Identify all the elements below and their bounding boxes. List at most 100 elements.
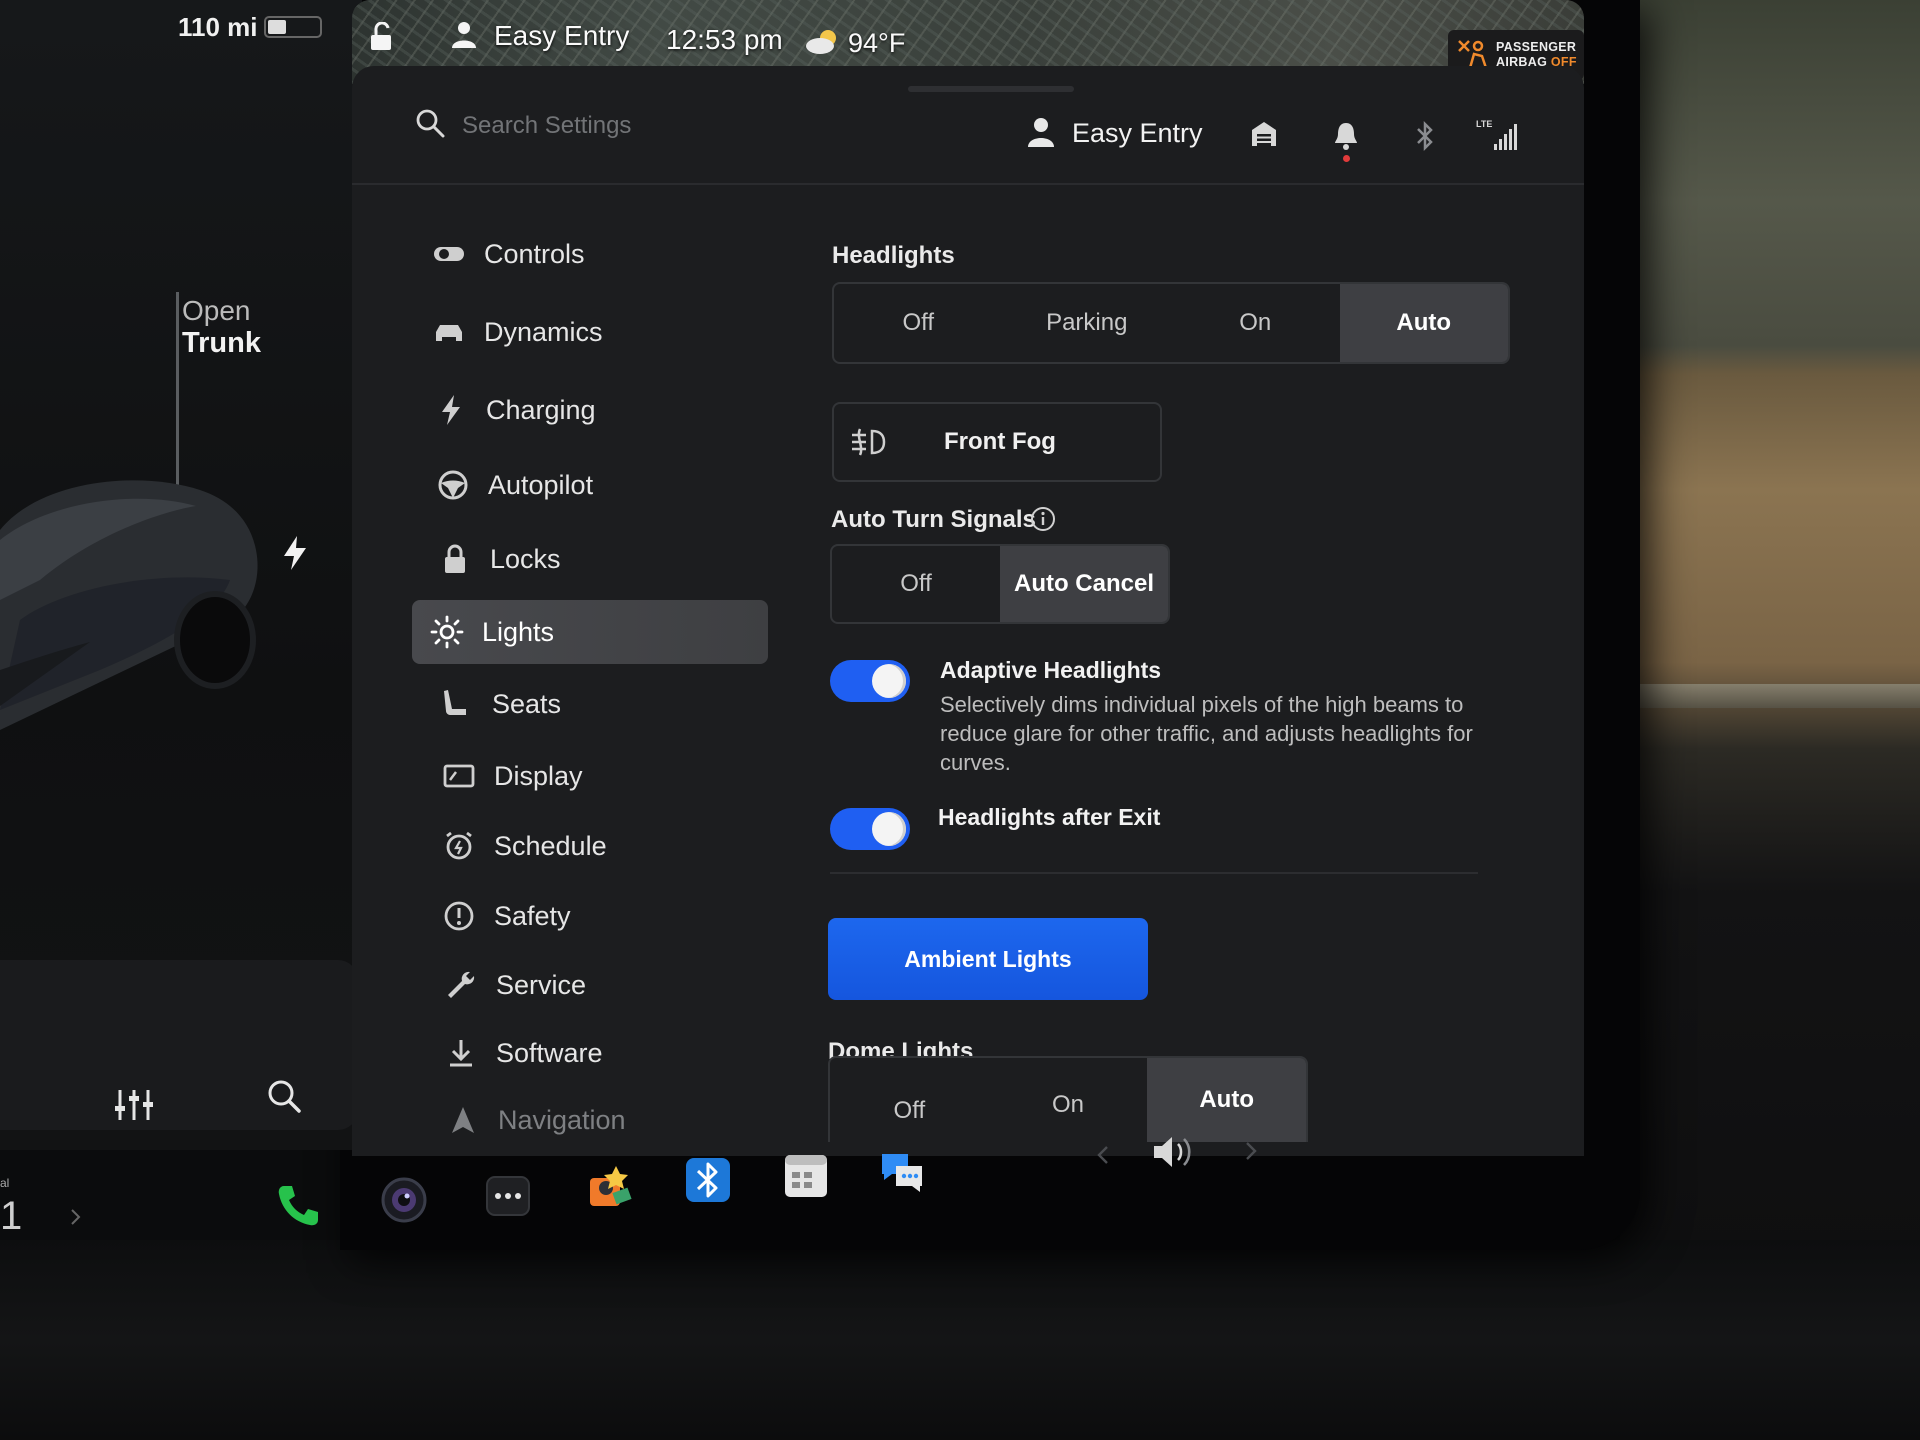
adaptive-headlights-description: Selectively dims individual pixels of th…: [940, 692, 1473, 775]
display-icon: [443, 764, 475, 788]
sidebar-item-label: Display: [494, 760, 583, 791]
download-icon: [450, 1040, 472, 1067]
taskbar: [352, 1140, 1584, 1240]
chevron-left-icon[interactable]: [1096, 1144, 1110, 1166]
camera-icon[interactable]: [380, 1176, 428, 1224]
headlights-option-parking[interactable]: Parking: [1003, 284, 1172, 362]
sidebar-item-software[interactable]: Software: [426, 1021, 782, 1085]
battery-icon: [264, 16, 322, 38]
turn-signals-option-off[interactable]: Off: [832, 546, 1000, 622]
more-apps-icon[interactable]: [484, 1172, 532, 1220]
headlights-option-on[interactable]: On: [1171, 284, 1340, 362]
content-divider: [830, 872, 1478, 874]
sidebar-item-autopilot[interactable]: Autopilot: [418, 453, 774, 517]
sidebar-item-label: Navigation: [498, 1104, 626, 1135]
user-icon: [452, 22, 476, 48]
phone-icon[interactable]: [274, 1182, 322, 1230]
sidebar-item-display[interactable]: Display: [424, 744, 780, 808]
sidebar-item-service[interactable]: Service: [426, 953, 782, 1017]
messages-icon[interactable]: [878, 1148, 926, 1196]
sidebar-item-controls[interactable]: Controls: [414, 222, 770, 286]
trunk-action: Open: [182, 295, 251, 326]
dome-lights-option-on[interactable]: On: [989, 1058, 1148, 1142]
sidebar-item-safety[interactable]: Safety: [424, 884, 780, 948]
info-icon[interactable]: [1030, 506, 1056, 532]
car-controls-shelf: [0, 960, 358, 1130]
bluetooth-icon[interactable]: [684, 1156, 732, 1204]
search-icon[interactable]: [266, 1078, 302, 1114]
sidebar-item-label: Seats: [492, 688, 562, 719]
sidebar-item-seats[interactable]: Seats: [422, 672, 778, 736]
airbag-line1: PASSENGER: [1496, 40, 1577, 54]
car-model-icon[interactable]: [0, 470, 280, 770]
garage-icon[interactable]: [1250, 120, 1278, 148]
auto-turn-signals-selector: Off Auto Cancel: [830, 544, 1170, 624]
headlights-after-exit-title: Headlights after Exit: [938, 804, 1161, 830]
notification-dot: [1343, 155, 1350, 162]
user-icon[interactable]: [1026, 116, 1056, 148]
clock: 12:53 pm: [666, 24, 783, 55]
navigation-arrow-icon: [452, 1107, 474, 1133]
volume-icon[interactable]: [1150, 1132, 1200, 1172]
notification-bell-icon[interactable]: [1333, 120, 1359, 152]
chevron-right-icon[interactable]: [70, 1208, 82, 1226]
header-divider: [352, 183, 1584, 185]
ambient-lights-button[interactable]: Ambient Lights: [828, 918, 1148, 1000]
partly-sunny-icon: [806, 30, 836, 54]
wrench-icon: [448, 971, 475, 998]
open-trunk-button[interactable]: Open Trunk: [182, 294, 261, 360]
dome-lights-option-auto[interactable]: Auto: [1147, 1058, 1306, 1142]
dome-lights-option-off[interactable]: Off: [830, 1058, 989, 1142]
sidebar-item-label: Dynamics: [484, 316, 603, 347]
bluetooth-icon[interactable]: [1414, 120, 1436, 152]
turn-signals-option-auto-cancel[interactable]: Auto Cancel: [1000, 546, 1168, 622]
front-fog-label: Front Fog: [944, 428, 1056, 455]
front-fog-button[interactable]: Front Fog: [832, 402, 1162, 482]
trunk-indicator-line: [176, 292, 179, 492]
calendar-icon[interactable]: [782, 1152, 830, 1200]
toybox-icon[interactable]: [586, 1162, 634, 1210]
dashboard-trim: [1620, 684, 1920, 708]
status-profile-name[interactable]: Easy Entry: [494, 20, 629, 52]
panel-grabber[interactable]: [908, 86, 1074, 92]
sun-icon: [430, 615, 464, 649]
climate-value[interactable]: 1: [0, 1194, 22, 1239]
headlights-option-off[interactable]: Off: [834, 284, 1003, 362]
sidebar-item-dynamics[interactable]: Dynamics: [414, 300, 770, 364]
sidebar-item-label: Software: [496, 1037, 603, 1068]
alarm-clock-icon: [446, 831, 472, 860]
alert-circle-icon: [444, 901, 474, 931]
headlights-label: Headlights: [832, 242, 955, 269]
headlights-after-exit-toggle[interactable]: [830, 808, 910, 850]
auto-turn-signals-label: Auto Turn Signals: [831, 506, 1036, 533]
driver-profile-name[interactable]: Easy Entry: [1072, 118, 1203, 149]
sidebar-item-label: Lights: [482, 616, 555, 647]
charge-port-icon[interactable]: [282, 536, 308, 570]
search-settings-input[interactable]: [462, 106, 822, 146]
equalizer-icon[interactable]: [114, 1088, 154, 1122]
sidebar-item-locks[interactable]: Locks: [420, 527, 776, 591]
sidebar-item-label: Service: [496, 969, 587, 1000]
battery-fill: [268, 20, 286, 34]
network-type: LTE: [1476, 119, 1492, 129]
adaptive-headlights-title: Adaptive Headlights: [940, 657, 1162, 683]
sidebar-item-label: Controls: [484, 238, 585, 269]
sidebar-item-label: Charging: [486, 394, 596, 425]
search-icon: [416, 109, 445, 138]
sidebar-item-label: Schedule: [494, 830, 607, 861]
sidebar-item-charging[interactable]: Charging: [416, 378, 772, 442]
sidebar-item-label: Autopilot: [488, 469, 594, 500]
adaptive-headlights-toggle[interactable]: [830, 660, 910, 702]
unlocked-icon[interactable]: [368, 22, 396, 52]
headlights-option-auto[interactable]: Auto: [1339, 284, 1508, 362]
fog-light-icon: [852, 428, 886, 456]
toggle-icon: [434, 247, 464, 261]
toggle-knob: [872, 664, 906, 698]
chevron-right-icon[interactable]: [1244, 1140, 1258, 1162]
range-readout: 110 mi: [178, 12, 258, 42]
ambient-lights-label: Ambient Lights: [904, 945, 1072, 972]
sidebar-item-schedule[interactable]: Schedule: [424, 814, 780, 878]
sidebar-item-lights[interactable]: Lights: [412, 600, 768, 664]
lower-dashboard: [0, 1240, 1920, 1440]
car-icon: [436, 325, 462, 341]
